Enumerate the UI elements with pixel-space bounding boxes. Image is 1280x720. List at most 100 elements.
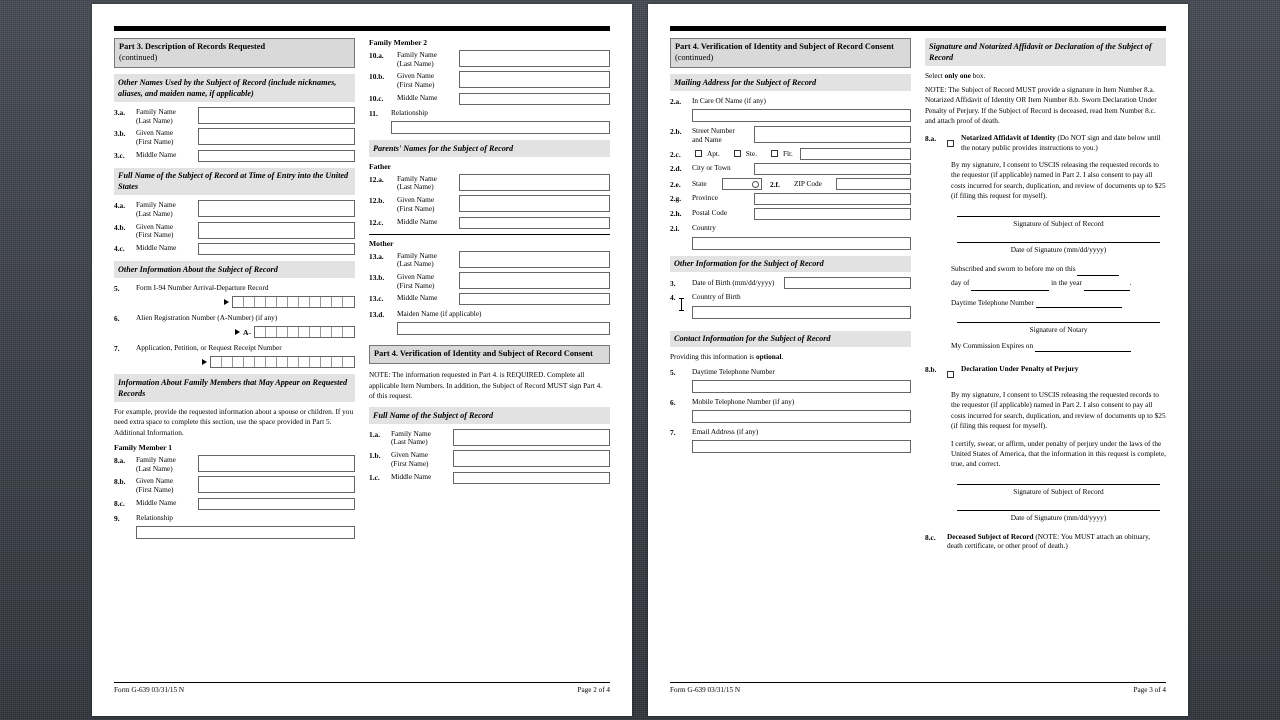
- name-field-row[interactable]: 8.c. Middle Name: [114, 497, 355, 510]
- comb-cell[interactable]: [266, 357, 277, 368]
- comb-cell[interactable]: [299, 357, 310, 368]
- comb-cell[interactable]: [343, 297, 354, 307]
- item-2g-row[interactable]: 2.g. Province: [670, 193, 911, 206]
- comb-cell[interactable]: [343, 327, 354, 337]
- family-member-2-10a-input[interactable]: [459, 50, 610, 67]
- comb-cell[interactable]: [288, 297, 299, 307]
- father-name-12c-input[interactable]: [459, 216, 610, 229]
- name-field-row[interactable]: 8.a. Family Name (Last Name): [114, 455, 355, 473]
- comb-cell[interactable]: [321, 327, 332, 338]
- name-field-row[interactable]: 10.c. Middle Name: [369, 92, 610, 105]
- name-field-row[interactable]: 13.b. Given Name (First Name): [369, 271, 610, 290]
- item-5-field-row[interactable]: [114, 296, 355, 308]
- notary-phone-blank[interactable]: [1035, 300, 1122, 309]
- name-field-row[interactable]: 3.b. Given Name (First Name): [114, 128, 355, 146]
- comb-cell[interactable]: [310, 327, 321, 338]
- in-care-of-name-input[interactable]: [692, 109, 911, 123]
- name-field-row[interactable]: 13.c. Middle Name: [369, 293, 610, 306]
- comb-cell[interactable]: [310, 357, 321, 368]
- province-input[interactable]: [754, 193, 911, 206]
- sworn-month-blank[interactable]: [971, 283, 1050, 291]
- date-of-birth-input[interactable]: [784, 277, 911, 290]
- item-2h-row[interactable]: 2.h. Postal Code: [670, 208, 911, 221]
- comb-cell[interactable]: [332, 297, 343, 307]
- comb-cell[interactable]: [288, 357, 299, 368]
- item-3-row[interactable]: 3. Date of Birth (mm/dd/yyyy): [670, 277, 911, 290]
- sworn-year-blank[interactable]: [1083, 283, 1130, 291]
- name-field-row[interactable]: 12.a. Family Name (Last Name): [369, 173, 610, 192]
- father-name-12a-input[interactable]: [459, 173, 610, 191]
- entry-name-4a-input[interactable]: [198, 200, 355, 218]
- family-member-1-8c-input[interactable]: [198, 497, 355, 510]
- date-line-1[interactable]: [957, 241, 1160, 243]
- country-input[interactable]: [692, 236, 911, 250]
- mobile-telephone-input[interactable]: [692, 409, 911, 423]
- notarized-affidavit-checkbox[interactable]: [947, 140, 954, 148]
- comb-cell[interactable]: [244, 297, 255, 307]
- name-field-row[interactable]: 1.c. Middle Name: [369, 471, 610, 484]
- other-name-3b-input[interactable]: [198, 128, 355, 146]
- item-2c-row[interactable]: 2.c. Apt. Ste. Flr.: [670, 147, 911, 160]
- document-viewer[interactable]: Part 3. Description of Records Requested…: [0, 0, 1280, 720]
- entry-name-4c-input[interactable]: [198, 243, 355, 256]
- form-page-2[interactable]: Part 3. Description of Records Requested…: [92, 4, 632, 716]
- comb-cell[interactable]: [277, 297, 288, 307]
- name-field-row[interactable]: 12.c. Middle Name: [369, 216, 610, 229]
- comb-cell[interactable]: [255, 327, 266, 338]
- family-member-2-10c-input[interactable]: [459, 92, 610, 105]
- family-member-1-8a-input[interactable]: [198, 455, 355, 473]
- subject-name-1a-input[interactable]: [453, 428, 610, 446]
- name-field-row[interactable]: 1.a. Family Name (Last Name): [369, 428, 610, 447]
- other-name-3a-input[interactable]: [198, 107, 355, 124]
- state-select[interactable]: [722, 177, 762, 190]
- declaration-perjury-checkbox[interactable]: [947, 370, 954, 378]
- form-page-3[interactable]: Part 4. Verification of Identity and Sub…: [648, 4, 1188, 716]
- daytime-telephone-input[interactable]: [692, 379, 911, 393]
- apt-checkbox[interactable]: [695, 150, 702, 158]
- maiden-name-input[interactable]: [397, 321, 610, 335]
- postal-code-input[interactable]: [754, 208, 911, 221]
- item-2e-row[interactable]: 2.e. State 2.f. ZIP Code: [670, 177, 911, 190]
- subject-name-1b-input[interactable]: [453, 450, 610, 468]
- comb-cell[interactable]: [332, 327, 343, 338]
- comb-cell[interactable]: [288, 327, 299, 338]
- item-7-field-row[interactable]: [114, 356, 355, 369]
- item-2b-row[interactable]: 2.b. Street Number and Name: [670, 126, 911, 144]
- subject-name-1c-input[interactable]: [453, 471, 610, 484]
- comb-cell[interactable]: [255, 357, 266, 368]
- name-field-row[interactable]: 10.a. Family Name (Last Name): [369, 50, 610, 68]
- family-member-1-8b-input[interactable]: [198, 476, 355, 494]
- name-field-row[interactable]: 1.b. Given Name (First Name): [369, 450, 610, 468]
- comb-cell[interactable]: [343, 357, 354, 367]
- comb-cell[interactable]: [211, 357, 222, 368]
- apt-ste-flr-number-input[interactable]: [799, 147, 911, 160]
- relationship-11-input[interactable]: [391, 121, 610, 135]
- mother-name-13b-input[interactable]: [459, 271, 610, 289]
- other-name-3c-input[interactable]: [198, 149, 355, 162]
- item-8a-row[interactable]: 8.a. Notarized Affidavit of Identity (Do…: [925, 133, 1166, 153]
- receipt-number-comb-input[interactable]: [210, 356, 355, 369]
- flr-checkbox[interactable]: [770, 150, 778, 158]
- comb-cell[interactable]: [266, 327, 277, 338]
- zip-code-input[interactable]: [836, 177, 911, 190]
- commission-blank[interactable]: [1034, 344, 1131, 353]
- email-address-input[interactable]: [692, 440, 911, 454]
- comb-cell[interactable]: [299, 327, 310, 338]
- comb-cell[interactable]: [233, 357, 244, 368]
- country-of-birth-input[interactable]: [692, 305, 911, 319]
- entry-name-4b-input[interactable]: [198, 221, 355, 239]
- sworn-day-blank[interactable]: [1077, 268, 1120, 277]
- mother-name-13c-input[interactable]: [459, 293, 610, 306]
- comb-cell[interactable]: [266, 297, 277, 307]
- comb-cell[interactable]: [277, 357, 288, 368]
- comb-cell[interactable]: [277, 327, 288, 338]
- notary-signature-line[interactable]: [957, 322, 1160, 324]
- comb-cell[interactable]: [332, 357, 343, 368]
- father-name-12b-input[interactable]: [459, 195, 610, 213]
- comb-cell[interactable]: [321, 297, 332, 307]
- signature-line-2[interactable]: [957, 483, 1160, 485]
- item-2d-row[interactable]: 2.d. City or Town: [670, 162, 911, 175]
- city-or-town-input[interactable]: [754, 162, 911, 175]
- name-field-row[interactable]: 4.a. Family Name (Last Name): [114, 200, 355, 218]
- a-number-comb-input[interactable]: [254, 326, 355, 339]
